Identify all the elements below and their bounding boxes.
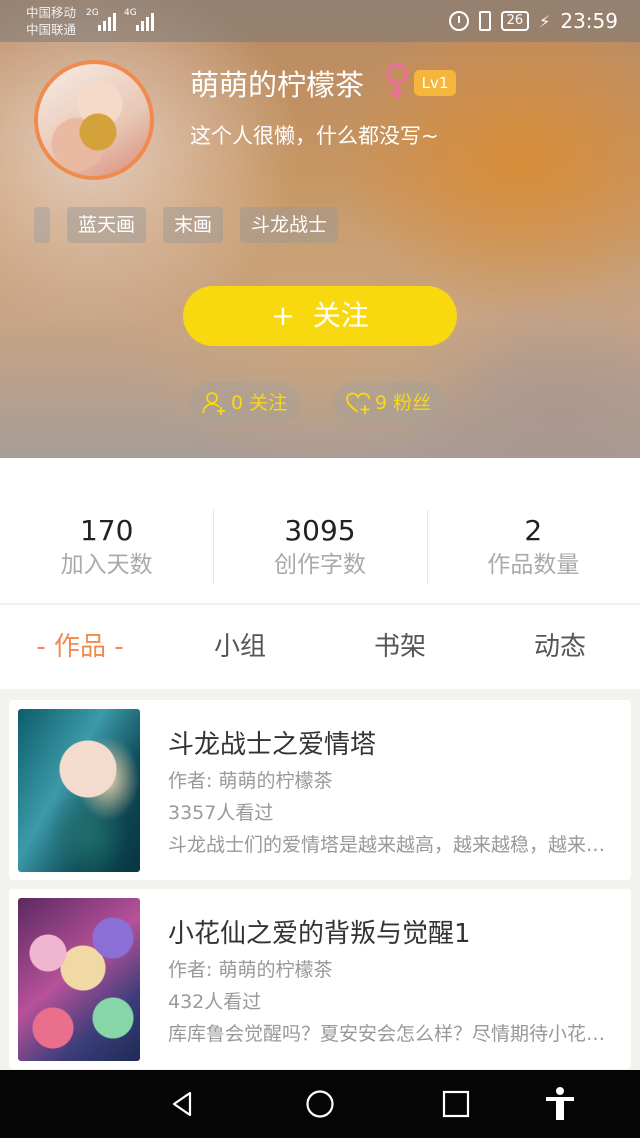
signal-icon-2	[136, 9, 154, 31]
network-type-1: 2G	[86, 8, 99, 18]
user-add-icon	[202, 392, 225, 415]
bio: 这个人很懒，什么都没写~	[190, 124, 439, 148]
follow-label: 关注	[312, 299, 369, 332]
stat-value: 2	[524, 514, 543, 547]
alarm-icon	[448, 11, 469, 31]
work-description: 斗龙战士们的爱情塔是越来越高，越来越稳，越来越美	[168, 834, 614, 856]
carrier-2: 中国联通	[26, 22, 77, 37]
tab-works[interactable]: - 作品 -	[0, 605, 160, 689]
home-icon[interactable]	[305, 1089, 335, 1119]
fans-count-button[interactable]: 9 粉丝	[333, 382, 446, 424]
back-icon[interactable]	[168, 1089, 198, 1119]
accessibility-icon[interactable]	[543, 1086, 577, 1122]
following-count-button[interactable]: 0 关注	[189, 382, 302, 424]
work-card[interactable]: 小花仙之爱的背叛与觉醒1 作者: 萌萌的柠檬茶 432人看过 库库鲁会觉醒吗？夏…	[9, 889, 631, 1069]
signal-icon	[98, 9, 116, 31]
tab-bar: - 作品 - 小组 书架 动态	[0, 605, 640, 689]
work-author: 作者: 萌萌的柠檬茶	[168, 770, 333, 792]
tag-item[interactable]: 斗龙战士	[240, 207, 339, 243]
following-label: 0 关注	[231, 392, 288, 414]
work-author: 作者: 萌萌的柠檬茶	[168, 959, 333, 981]
heart-plus-icon	[346, 392, 370, 414]
stat-work-count: 2 作品数量	[426, 458, 640, 603]
recents-icon[interactable]	[441, 1089, 471, 1119]
system-nav-bar	[0, 1070, 640, 1138]
stat-join-days: 170 加入天数	[0, 458, 213, 603]
tab-groups[interactable]: 小组	[160, 605, 320, 689]
tag-list: 蓝天画 末画 斗龙战士	[67, 207, 339, 243]
carrier-info: 中国移动 中国联通	[26, 4, 76, 38]
stat-value: 170	[79, 514, 134, 547]
plus-icon: +	[271, 299, 295, 332]
vibrate-icon	[478, 11, 491, 31]
stat-label: 加入天数	[60, 552, 153, 578]
work-title: 斗龙战士之爱情塔	[168, 730, 377, 760]
work-description: 库库鲁会觉醒吗？夏安安会怎么样？尽情期待小花仙之爱	[168, 1023, 614, 1045]
avatar[interactable]	[34, 60, 154, 180]
tab-activity[interactable]: 动态	[480, 605, 640, 689]
carrier-1: 中国移动	[26, 5, 77, 20]
stat-label: 作品数量	[487, 552, 580, 578]
fans-label: 9 粉丝	[375, 392, 432, 414]
stat-word-count: 3095 创作字数	[213, 458, 426, 603]
female-icon	[386, 63, 408, 100]
battery-icon: 26	[500, 11, 530, 31]
status-bar: 中国移动 中国联通 2G 4G 26 ⚡ 23:59	[0, 0, 640, 42]
work-cover-image[interactable]	[18, 709, 140, 872]
tab-bookshelf[interactable]: 书架	[320, 605, 480, 689]
follow-button[interactable]: + 关注	[183, 286, 457, 346]
network-type-2: 4G	[124, 8, 137, 18]
work-views: 432人看过	[168, 991, 262, 1013]
tag-item[interactable]: 蓝天画	[67, 207, 147, 243]
clock: 23:59	[560, 9, 618, 33]
work-card[interactable]: 斗龙战士之爱情塔 作者: 萌萌的柠檬茶 3357人看过 斗龙战士们的爱情塔是越来…	[9, 700, 631, 880]
work-cover-image[interactable]	[18, 898, 140, 1061]
stat-label: 创作字数	[273, 552, 366, 578]
work-views: 3357人看过	[168, 802, 274, 824]
tag-empty	[34, 207, 50, 243]
stats-row: 170 加入天数 3095 创作字数 2 作品数量	[0, 458, 640, 604]
profile-header: 中国移动 中国联通 2G 4G 26 ⚡ 23:59 萌萌的柠檬茶 Lv1 这个…	[0, 0, 640, 458]
level-badge: Lv1	[414, 70, 456, 96]
work-title: 小花仙之爱的背叛与觉醒1	[168, 919, 471, 949]
username: 萌萌的柠檬茶	[190, 68, 365, 102]
charging-icon: ⚡	[539, 11, 551, 31]
stat-value: 3095	[284, 514, 356, 547]
tag-item[interactable]: 末画	[163, 207, 224, 243]
